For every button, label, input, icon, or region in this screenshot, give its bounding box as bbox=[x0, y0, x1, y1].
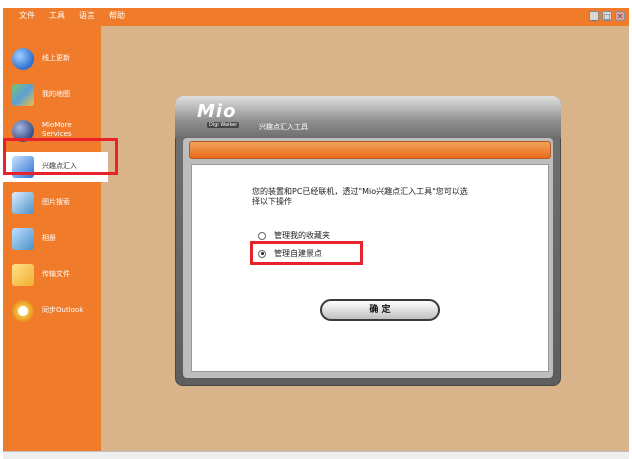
sidebar-item-label: 传输文件 bbox=[42, 270, 70, 278]
sidebar-item-photo-search[interactable]: 图片搜索 bbox=[3, 188, 101, 218]
sidebar: 线上更新 我的地图 MioMore Services 兴趣点汇入 图片搜索 相册 … bbox=[3, 26, 108, 451]
radio-unselected-icon[interactable] bbox=[258, 231, 266, 240]
ok-button[interactable]: 确 定 bbox=[320, 299, 440, 321]
maximize-icon[interactable]: □ bbox=[602, 11, 612, 21]
menu-language[interactable]: 语言 bbox=[79, 10, 95, 22]
option-label: 管理我的收藏夹 bbox=[274, 231, 330, 240]
dialog-title: 兴趣点汇入工具 bbox=[259, 123, 308, 131]
dialog-orange-bar bbox=[189, 141, 551, 159]
map-icon bbox=[12, 84, 34, 106]
sidebar-item-sync-outlook[interactable]: 同步Outlook bbox=[3, 296, 101, 326]
sidebar-item-online-update[interactable]: 线上更新 bbox=[3, 44, 101, 74]
poi-import-dialog: Mio Digi Walker 兴趣点汇入工具 您的装置和PC已经联机，透过"M… bbox=[175, 96, 561, 386]
sidebar-item-album[interactable]: 相册 bbox=[3, 224, 101, 254]
sidebar-item-label: 相册 bbox=[42, 234, 56, 242]
photo-search-icon bbox=[12, 192, 34, 214]
sidebar-item-my-map[interactable]: 我的地图 bbox=[3, 80, 101, 110]
dialog-description: 您的装置和PC已经联机，透过"Mio兴趣点汇入工具"您可以选择以下操作 bbox=[252, 187, 468, 206]
sidebar-item-label: 我的地图 bbox=[42, 90, 70, 98]
status-bar bbox=[3, 451, 629, 459]
highlight-box-sidebar bbox=[3, 138, 118, 175]
menu-bar: 文件 工具 语言 帮助 _ □ ✕ bbox=[3, 8, 629, 26]
outlook-sync-icon bbox=[12, 300, 34, 322]
option-manage-favorites[interactable]: 管理我的收藏夹 bbox=[258, 231, 330, 241]
menu-help[interactable]: 帮助 bbox=[109, 10, 125, 22]
album-icon bbox=[12, 228, 34, 250]
close-icon[interactable]: ✕ bbox=[615, 11, 625, 21]
highlight-box-option bbox=[250, 241, 363, 265]
minimize-icon[interactable]: _ bbox=[589, 11, 599, 21]
app-window: 文件 工具 语言 帮助 _ □ ✕ 线上更新 我的地图 MioMore Servi… bbox=[3, 8, 629, 459]
sidebar-item-label: 图片搜索 bbox=[42, 198, 70, 206]
brand-badge: Digi Walker bbox=[207, 122, 240, 128]
mio-logo: Mio bbox=[197, 101, 237, 122]
sidebar-item-label: 同步Outlook bbox=[42, 306, 84, 314]
sidebar-item-transfer-files[interactable]: 传输文件 bbox=[3, 260, 101, 290]
folder-icon bbox=[12, 264, 34, 286]
menu-file[interactable]: 文件 bbox=[19, 10, 35, 22]
sidebar-item-label: MioMore Services bbox=[42, 121, 72, 138]
dialog-content: 您的装置和PC已经联机，透过"Mio兴趣点汇入工具"您可以选择以下操作 管理我的… bbox=[191, 164, 549, 372]
menu-tools[interactable]: 工具 bbox=[49, 10, 65, 22]
globe-icon bbox=[12, 48, 34, 70]
sidebar-item-label: 线上更新 bbox=[42, 54, 70, 62]
dialog-header: Mio Digi Walker 兴趣点汇入工具 bbox=[175, 96, 561, 138]
